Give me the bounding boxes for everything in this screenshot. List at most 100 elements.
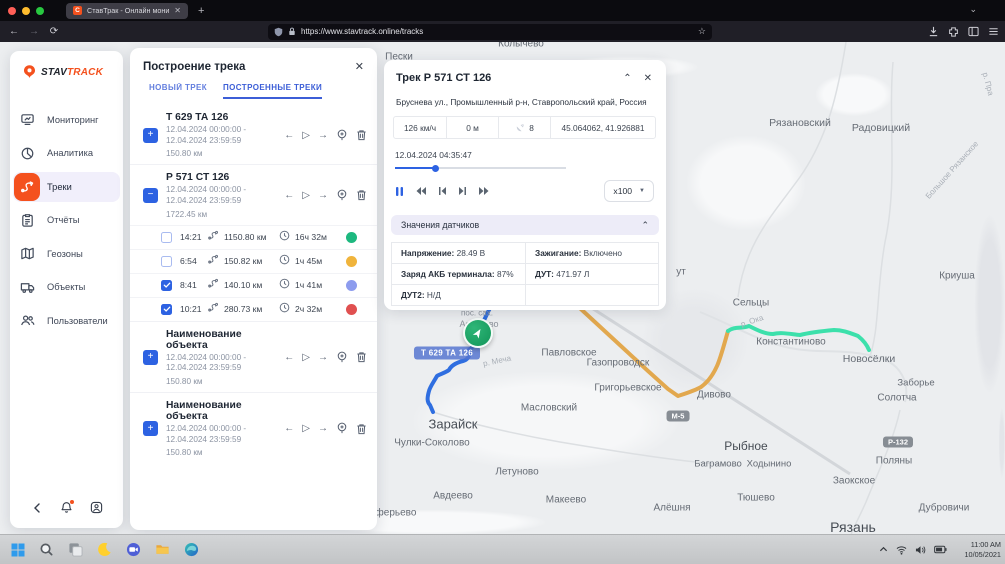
detail-title: Трек Р 571 СТ 126 (396, 72, 611, 84)
delete-track-button[interactable] (356, 189, 367, 201)
expand-track-button[interactable]: + (143, 421, 158, 436)
next-point-button[interactable]: → (318, 130, 328, 141)
tray-chevron-icon[interactable] (879, 545, 888, 554)
account-icon[interactable] (90, 501, 103, 519)
segment-duration: 1ч 41м (295, 280, 337, 290)
focus-track-button[interactable] (336, 351, 348, 364)
segment-checkbox[interactable] (161, 232, 172, 243)
playback-slider[interactable] (395, 167, 566, 169)
segment-duration: 2ч 32м (295, 304, 337, 314)
next-point-button[interactable]: → (318, 423, 328, 434)
tab-close-icon[interactable]: ✕ (174, 6, 181, 15)
expand-track-button[interactable]: + (143, 128, 158, 143)
expand-track-button[interactable]: − (143, 188, 158, 203)
prev-point-button[interactable]: ← (284, 190, 294, 201)
task-view-icon[interactable] (65, 539, 86, 560)
url-bar[interactable]: https://www.stavtrack.online/tracks ☆ (268, 24, 712, 40)
video-chat-icon[interactable] (123, 539, 144, 560)
geozones-icon (14, 240, 40, 268)
volume-icon[interactable] (915, 545, 926, 555)
sidebar-item-5[interactable]: Объекты (10, 271, 123, 305)
downloads-icon[interactable] (928, 26, 939, 37)
delete-track-button[interactable] (356, 129, 367, 141)
map-label: Баграмово (694, 459, 742, 470)
window-zoom-button[interactable] (36, 7, 44, 15)
shield-icon (274, 27, 283, 37)
sidebar-item-1[interactable]: Аналитика (10, 137, 123, 171)
sidebar-item-3[interactable]: Отчёты (10, 204, 123, 238)
sidebar-item-0[interactable]: Мониторинг (10, 103, 123, 137)
delete-track-button[interactable] (356, 423, 367, 435)
map-label: Тюшево (737, 493, 775, 504)
sensors-header[interactable]: Значения датчиков ⌃ (391, 215, 659, 235)
tab-new-track[interactable]: НОВЫЙ ТРЕК (149, 83, 207, 99)
forward-button[interactable]: → (24, 26, 44, 37)
vehicle-label-pill[interactable]: Т 629 ТА 126 (414, 347, 480, 360)
play-track-button[interactable]: ▷ (302, 352, 310, 363)
taskbar-clock[interactable]: 11:00 AM 10/05/2021 (957, 540, 1001, 560)
play-track-button[interactable]: ▷ (302, 130, 310, 141)
play-track-button[interactable]: ▷ (302, 423, 310, 434)
clock-icon (279, 276, 290, 294)
slider-handle[interactable] (432, 165, 439, 172)
logo-text-stav: STAV (41, 67, 67, 78)
play-track-button[interactable]: ▷ (302, 190, 310, 201)
new-tab-button[interactable]: + (198, 5, 204, 17)
pause-button[interactable] (395, 186, 404, 197)
browser-tab[interactable]: С СтавТрак - Онлайн мониторин ✕ (66, 3, 188, 19)
segment-checkbox[interactable] (161, 304, 172, 315)
screen: С СтавТрак - Онлайн мониторин ✕ + ⌄ ← → … (0, 0, 1005, 564)
file-explorer-icon[interactable] (152, 539, 173, 560)
map-viewport[interactable]: ПескиКолычевоРязановскийРадовицкийр. Пра… (0, 42, 1005, 535)
search-icon[interactable] (36, 539, 57, 560)
fast-forward-button[interactable] (478, 186, 490, 196)
vehicle-marker[interactable] (463, 318, 493, 348)
track-period: 12.04.2024 00:00:00 - 12.04.2024 23:59:5… (166, 185, 284, 206)
windows-start-icon[interactable] (7, 539, 28, 560)
step-forward-button[interactable] (458, 186, 467, 196)
focus-track-button[interactable] (336, 189, 348, 202)
playback-speed-select[interactable]: x100▼ (604, 180, 654, 202)
reload-button[interactable]: ⟳ (44, 26, 64, 37)
collapse-chevron-icon[interactable]: ⌃ (623, 73, 631, 84)
track-info: Т 629 ТА 12612.04.2024 00:00:00 - 12.04.… (166, 112, 284, 158)
close-panel-icon[interactable]: ✕ (355, 60, 364, 73)
segment-checkbox[interactable] (161, 280, 172, 291)
focus-track-button[interactable] (336, 422, 348, 435)
next-point-button[interactable]: → (318, 352, 328, 363)
tab-built-tracks[interactable]: ПОСТРОЕННЫЕ ТРЕКИ (223, 83, 322, 99)
bookmark-star-icon[interactable]: ☆ (698, 26, 706, 37)
prev-point-button[interactable]: ← (284, 130, 294, 141)
track-actions: ← ▷ → (284, 129, 367, 142)
menu-hamburger-icon[interactable] (988, 26, 999, 37)
list-tabs-chevron-icon[interactable]: ⌄ (969, 4, 977, 15)
close-detail-icon[interactable]: ✕ (644, 73, 652, 84)
segment-checkbox[interactable] (161, 256, 172, 267)
track-builder-panel: Построение трека ✕ НОВЫЙ ТРЕК ПОСТРОЕННЫ… (130, 48, 377, 530)
rewind-button[interactable] (415, 186, 427, 196)
next-point-button[interactable]: → (318, 190, 328, 201)
firefox-moon-icon[interactable] (94, 539, 115, 560)
delete-track-button[interactable] (356, 351, 367, 363)
sidebar-toggle-icon[interactable] (968, 26, 979, 37)
sidebar-item-2[interactable]: Треки (10, 170, 123, 204)
battery-icon[interactable] (934, 545, 947, 554)
extensions-icon[interactable] (948, 26, 959, 37)
map-label: Новосёлки (843, 353, 895, 365)
focus-track-button[interactable] (336, 129, 348, 142)
prev-point-button[interactable]: ← (284, 423, 294, 434)
edge-browser-icon[interactable] (181, 539, 202, 560)
back-button[interactable]: ← (4, 26, 24, 37)
collapse-sidebar-button[interactable] (31, 501, 43, 519)
expand-track-button[interactable]: + (143, 350, 158, 365)
wifi-icon[interactable] (896, 545, 907, 555)
window-minimize-button[interactable] (22, 7, 30, 15)
track-address: Бруснева ул., Промышленный р-н, Ставропо… (384, 84, 666, 107)
prev-point-button[interactable]: ← (284, 352, 294, 363)
window-close-button[interactable] (8, 7, 16, 15)
step-back-button[interactable] (438, 186, 447, 196)
sidebar-item-6[interactable]: Пользователи (10, 304, 123, 338)
sidebar-item-label: Аналитика (47, 148, 93, 158)
notifications-bell-icon[interactable] (60, 501, 73, 519)
sidebar-item-4[interactable]: Геозоны (10, 237, 123, 271)
